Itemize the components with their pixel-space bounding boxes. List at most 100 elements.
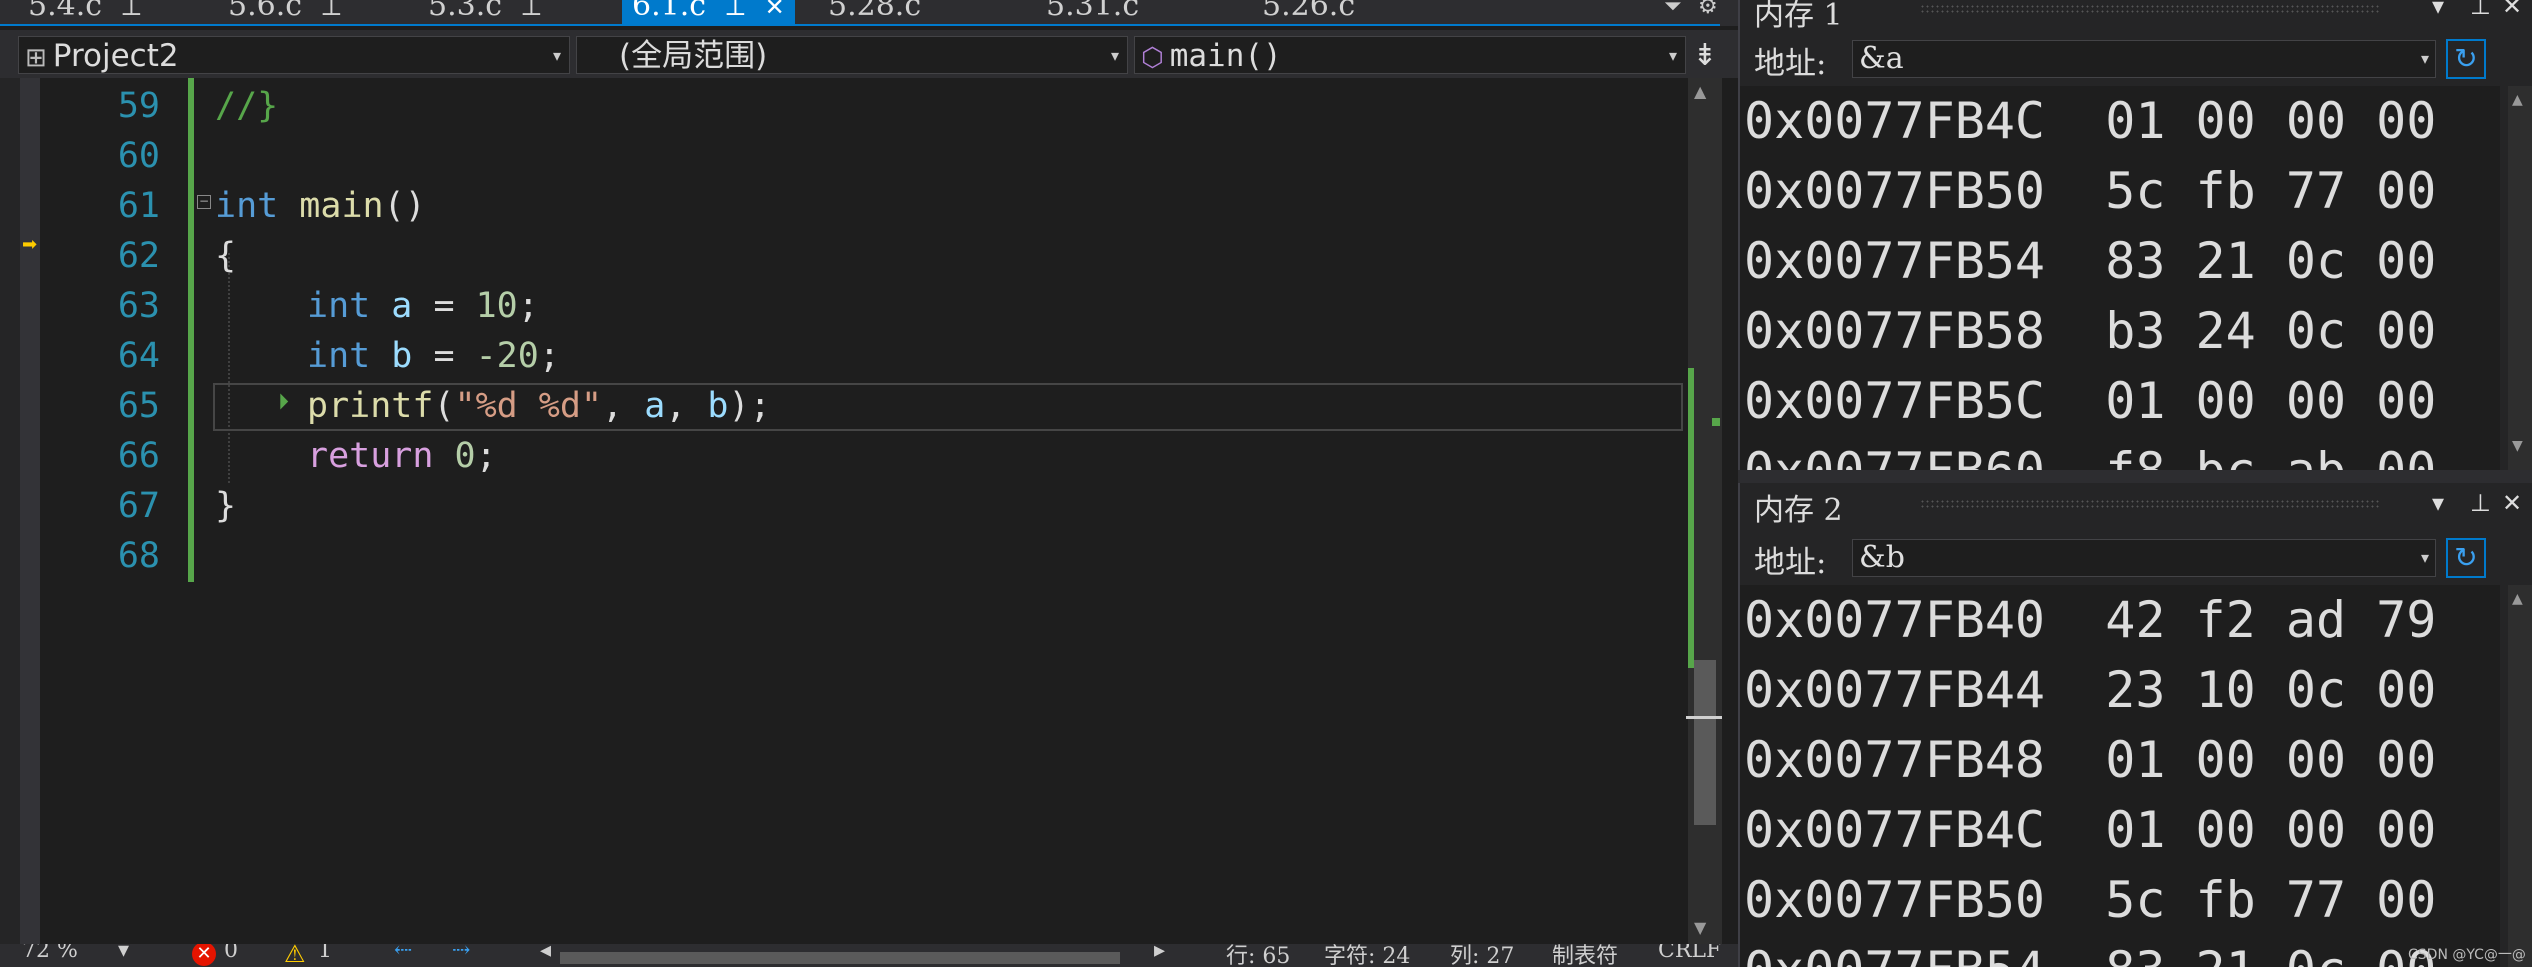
memory-grid[interactable]: 0x0077FB4C 01 00 00 00 0x0077FB50 5c fb … [1740, 86, 2500, 470]
split-editor-icon[interactable]: ⇟ [1688, 38, 1722, 74]
memory-scrollbar[interactable]: ▲ [2508, 585, 2532, 967]
chevron-down-icon[interactable]: ▾ [2421, 41, 2429, 77]
error-count[interactable]: 0 [224, 944, 238, 963]
panel-splitter[interactable] [1738, 470, 2532, 483]
tab-5-26-c[interactable]: 5.26.c [1262, 0, 1355, 24]
zoom-level[interactable]: 72 % [22, 944, 78, 963]
scroll-up-icon[interactable]: ▲ [1694, 82, 1706, 101]
address-input[interactable]: &a ▾ [1852, 40, 2436, 78]
chevron-down-icon[interactable]: ▾ [2421, 540, 2429, 576]
pin-icon[interactable]: ⊥ [724, 0, 747, 21]
warning-count[interactable]: 1 [318, 944, 332, 963]
pin-icon[interactable]: ⊥ [320, 0, 343, 21]
code-line-61[interactable]: int main() [215, 181, 426, 231]
code-line-62[interactable]: { [215, 231, 236, 281]
punct-token: ; [475, 436, 497, 476]
memory-row[interactable]: 0x0077FB44 23 10 0c 00 [1744, 655, 2436, 725]
memory-bytes: 83 21 0c 00 [2105, 941, 2436, 967]
glyph-margin[interactable] [20, 78, 40, 944]
code-line-63[interactable]: int a = 10; [307, 281, 539, 331]
memory-row[interactable]: 0x0077FB58 b3 24 0c 00 [1744, 296, 2436, 366]
pin-icon[interactable]: ⊥ [2470, 0, 2491, 20]
pin-icon[interactable]: ⊥ [120, 0, 143, 21]
tab-5-6-c[interactable]: 5.6.c ⊥ [228, 0, 343, 24]
code-line-66[interactable]: return 0; [307, 431, 497, 481]
tab-label: 6.1.c [632, 0, 707, 23]
project-dropdown[interactable]: ⊞ Project2 ▾ [18, 36, 570, 74]
panel-grip[interactable] [1920, 499, 2380, 509]
punct-token: ; [538, 336, 560, 376]
number-token: 0 [454, 436, 476, 476]
tab-label: 5.3.c [428, 0, 503, 23]
line-ending[interactable]: CRLF [1658, 944, 1721, 963]
scope-dropdown[interactable]: (全局范围) ▾ [576, 36, 1128, 74]
line-number: 64 [117, 336, 160, 376]
memory-scrollbar[interactable]: ▲ ▼ [2508, 86, 2532, 470]
line-number: 62 [117, 236, 160, 276]
scroll-down-icon[interactable]: ▼ [2512, 438, 2523, 454]
code-line-67[interactable]: } [215, 481, 236, 531]
memory-row[interactable]: 0x0077FB54 83 21 0c 00 [1744, 226, 2436, 296]
code-line-59[interactable]: //} [215, 81, 278, 131]
scroll-up-icon[interactable]: ▲ [2512, 591, 2523, 607]
scroll-down-icon[interactable]: ▼ [1694, 918, 1706, 937]
line-number: 61 [117, 186, 160, 226]
close-icon[interactable]: ✕ [2502, 489, 2522, 517]
memory-row[interactable]: 0x0077FB54 83 21 0c 00 [1744, 935, 2436, 967]
memory-row[interactable]: 0x0077FB50 5c fb 77 00 [1744, 156, 2436, 226]
string-token: "%d %d" [454, 386, 603, 426]
tab-list-dropdown-icon[interactable]: ⏷ [1664, 0, 1682, 19]
variable-token: a [391, 286, 413, 326]
code-line-64[interactable]: int b = -20; [307, 331, 560, 381]
tab-5-31-c[interactable]: 5.31.c [1046, 0, 1139, 24]
gear-icon[interactable]: ⚙ [1698, 0, 1718, 19]
window-menu-dropdown-icon[interactable]: ▾ [2432, 0, 2444, 20]
scrollbar-change-marker [1688, 368, 1694, 668]
pin-icon[interactable]: ⊥ [2470, 489, 2491, 517]
warning-icon[interactable]: ⚠ [284, 944, 306, 967]
refresh-icon[interactable]: ↻ [2446, 39, 2486, 79]
memory-row[interactable]: 0x0077FB40 42 f2 ad 79 [1744, 585, 2436, 655]
memory-bytes: 5c fb 77 00 [2105, 162, 2437, 220]
indent-guide [228, 253, 230, 483]
refresh-icon[interactable]: ↻ [2446, 538, 2486, 578]
close-icon[interactable]: ✕ [765, 0, 785, 21]
chevron-down-icon[interactable]: ▾ [118, 944, 129, 963]
forward-arrow-icon[interactable]: ⇢ [452, 944, 470, 963]
brace-token: } [215, 486, 237, 526]
code-editor[interactable]: ➡ 59 60 61 62 63 64 65 66 67 68 − ⏵ //} … [0, 78, 1738, 944]
run-to-click-icon[interactable]: ⏵ [278, 390, 289, 415]
memory-grid[interactable]: 0x0077FB40 42 f2 ad 79 0x0077FB44 23 10 … [1740, 585, 2500, 967]
tab-6-1-c[interactable]: 6.1.c ⊥ ✕ [622, 0, 795, 24]
next-statement-arrow-icon: ➡ [22, 234, 38, 255]
memory-address: 0x0077FB54 [1744, 941, 2045, 967]
tab-5-3-c[interactable]: 5.3.c ⊥ [428, 0, 543, 24]
tab-label: 5.26.c [1262, 0, 1356, 23]
function-dropdown[interactable]: ⬡ main() ▾ [1134, 36, 1686, 74]
scroll-right-icon[interactable]: ▸ [1154, 944, 1165, 963]
memory-row[interactable]: 0x0077FB4C 01 00 00 00 [1744, 86, 2436, 156]
horizontal-scrollbar-thumb[interactable] [560, 952, 1120, 964]
code-line-65[interactable]: printf("%d %d", a, b); [307, 381, 771, 431]
panel-grip[interactable] [1920, 4, 2380, 14]
scroll-up-icon[interactable]: ▲ [2512, 92, 2523, 108]
window-menu-dropdown-icon[interactable]: ▾ [2432, 489, 2444, 517]
scroll-left-icon[interactable]: ◂ [540, 944, 551, 963]
memory-address: 0x0077FB48 [1744, 731, 2046, 789]
address-input[interactable]: &b ▾ [1852, 539, 2436, 577]
back-arrow-icon[interactable]: ⇠ [394, 944, 412, 963]
tab-5-4-c[interactable]: 5.4.c ⊥ [28, 0, 143, 24]
error-icon[interactable]: ✕ [192, 944, 216, 966]
pin-icon[interactable]: ⊥ [520, 0, 543, 21]
tab-5-28-c[interactable]: 5.28.c [828, 0, 921, 24]
scrollbar-thumb[interactable] [1694, 660, 1716, 825]
memory-row[interactable]: 0x0077FB60 f8 bc ab 00 [1744, 436, 2436, 470]
memory-row[interactable]: 0x0077FB50 5c fb 77 00 [1744, 865, 2436, 935]
memory-row[interactable]: 0x0077FB5C 01 00 00 00 [1744, 366, 2436, 436]
memory-row[interactable]: 0x0077FB4C 01 00 00 00 [1744, 795, 2436, 865]
indent-mode[interactable]: 制表符 [1552, 944, 1618, 967]
tab-label: 5.28.c [828, 0, 922, 23]
memory-row[interactable]: 0x0077FB48 01 00 00 00 [1744, 725, 2436, 795]
close-icon[interactable]: ✕ [2502, 0, 2522, 20]
collapse-icon[interactable]: − [197, 195, 211, 209]
